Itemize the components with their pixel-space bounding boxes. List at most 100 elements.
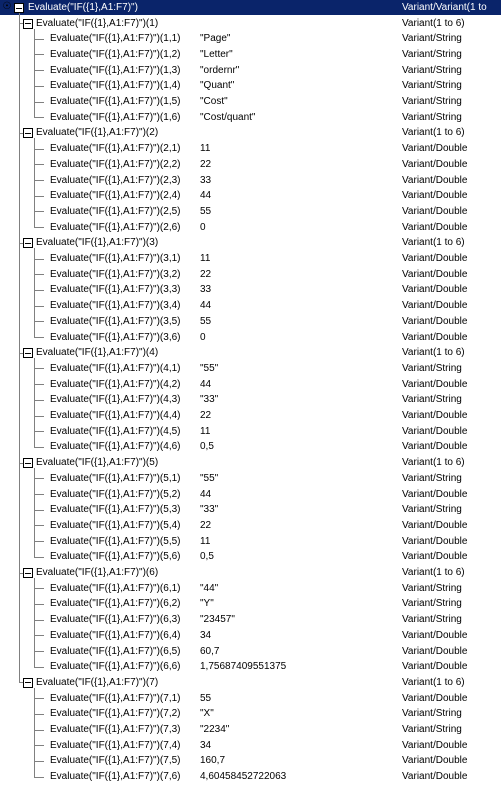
watch-item-row[interactable]: Evaluate("IF({1},A1:F7)")(4,2) 44 Variant/… [0, 377, 501, 393]
watch-expression: Evaluate("IF({1},A1:F7)")(1,5) [50, 96, 181, 107]
watch-group-row[interactable]: Evaluate("IF({1},A1:F7)")(4) Variant(1 to… [0, 345, 501, 361]
watch-item-row[interactable]: Evaluate("IF({1},A1:F7)")(3,3) 33 Variant/… [0, 282, 501, 298]
collapse-minus-icon[interactable] [23, 568, 33, 578]
tree-connector [34, 509, 44, 511]
watch-group-row[interactable]: Evaluate("IF({1},A1:F7)")(2) Variant(1 to… [0, 125, 501, 141]
collapse-minus-icon[interactable] [23, 348, 33, 359]
watch-expression: Evaluate("IF({1},A1:F7)") [28, 2, 138, 13]
watch-expression: Evaluate("IF({1},A1:F7)")(6) [36, 567, 159, 578]
watch-expression: Evaluate("IF({1},A1:F7)")(5,1) [50, 472, 181, 484]
watch-item-row[interactable]: Evaluate("IF({1},A1:F7)")(5,3) "33" Varian… [0, 502, 501, 518]
watch-value: 44 [200, 378, 212, 390]
watch-value: 33 [200, 174, 212, 186]
watch-type: Variant/Double [402, 771, 468, 783]
watch-item-row[interactable]: Evaluate("IF({1},A1:F7)")(1,3) "ordernr" V… [0, 63, 501, 79]
collapse-minus-icon[interactable] [23, 677, 33, 688]
watch-group-row[interactable]: Evaluate("IF({1},A1:F7)")(3) Variant(1 to… [0, 235, 501, 251]
watch-item-row[interactable]: Evaluate("IF({1},A1:F7)")(4,5) 11 Variant/… [0, 424, 501, 440]
watch-item-row[interactable]: Evaluate("IF({1},A1:F7)")(7,6) 4,60458452… [0, 769, 501, 785]
watch-expression: Evaluate("IF({1},A1:F7)")(4,5) [50, 425, 181, 437]
collapse-minus-icon[interactable] [23, 128, 33, 139]
watch-item-row[interactable]: Evaluate("IF({1},A1:F7)")(1,5) "Cost" Vari… [0, 94, 501, 110]
watch-item-row[interactable]: Evaluate("IF({1},A1:F7)")(5,5) 11 Variant/… [0, 534, 501, 550]
watch-item-row[interactable]: Evaluate("IF({1},A1:F7)")(3,4) 44 Variant/… [0, 298, 501, 314]
watch-expression: Evaluate("IF({1},A1:F7)")(7) [36, 676, 159, 688]
watch-item-row[interactable]: Evaluate("IF({1},A1:F7)")(5,2) 44 Variant/… [0, 487, 501, 503]
tree-line [34, 248, 35, 338]
watch-value: 33 [200, 284, 212, 296]
watch-item-row[interactable]: Evaluate("IF({1},A1:F7)")(3,5) 55 Variant/… [0, 314, 501, 330]
watch-type: Variant/String [402, 598, 462, 610]
watch-item-row[interactable]: Evaluate("IF({1},A1:F7)")(4,4) 22 Variant/… [0, 408, 501, 424]
watch-item-row[interactable]: Evaluate("IF({1},A1:F7)")(4,3) "33" Varian… [0, 392, 501, 408]
tree-connector [34, 415, 44, 417]
watch-item-row[interactable]: Evaluate("IF({1},A1:F7)")(1,1) "Page" Vari… [0, 31, 501, 47]
watch-type: Variant/Double [402, 755, 468, 767]
watch-group-row[interactable]: Evaluate("IF({1},A1:F7)")(6) Variant(1 to… [0, 565, 501, 581]
watch-item-row[interactable]: Evaluate("IF({1},A1:F7)")(3,6) 0 Variant/D… [0, 330, 501, 346]
watch-type: Variant/Double [402, 645, 468, 657]
watch-item-row[interactable]: Evaluate("IF({1},A1:F7)")(5,4) 22 Variant/… [0, 518, 501, 534]
tree-connector [34, 478, 44, 480]
tree-connector [34, 556, 44, 558]
watch-type: Variant/Double [402, 441, 468, 453]
collapse-minus-icon[interactable] [23, 18, 33, 29]
tree-connector [34, 760, 44, 762]
watch-item-row[interactable]: Evaluate("IF({1},A1:F7)")(1,4) "Quant" Var… [0, 78, 501, 94]
watch-item-row[interactable]: Evaluate("IF({1},A1:F7)")(2,5) 55 Variant/… [0, 204, 501, 220]
watch-item-row[interactable]: Evaluate("IF({1},A1:F7)")(2,1) 11 Variant/… [0, 141, 501, 157]
watch-item-row[interactable]: Evaluate("IF({1},A1:F7)")(6,1) "44" Varian… [0, 581, 501, 597]
watch-expression: Evaluate("IF({1},A1:F7)")(7,5) [50, 755, 181, 767]
watch-group-row[interactable]: Evaluate("IF({1},A1:F7)")(5) Variant(1 to… [0, 455, 501, 471]
watch-item-row[interactable]: Evaluate("IF({1},A1:F7)")(6,4) 34 Variant/… [0, 628, 501, 644]
watch-item-row[interactable]: Evaluate("IF({1},A1:F7)")(2,2) 22 Variant/… [0, 157, 501, 173]
watch-item-row[interactable]: Evaluate("IF({1},A1:F7)")(5,6) 0,5 Variant… [0, 549, 501, 565]
tree-line [34, 468, 35, 558]
watch-item-row[interactable]: Evaluate("IF({1},A1:F7)")(7,3) "2234" Vari… [0, 722, 501, 738]
watch-item-row[interactable]: Evaluate("IF({1},A1:F7)")(5,1) "55" Varian… [0, 471, 501, 487]
watch-item-row[interactable]: Evaluate("IF({1},A1:F7)")(7,4) 34 Variant/… [0, 738, 501, 754]
watch-item-row[interactable]: Evaluate("IF({1},A1:F7)")(4,6) 0,5 Variant… [0, 439, 501, 455]
watch-root-row[interactable]: ☉ Evaluate("IF({1},A1:F7)") Variant/Vari… [0, 0, 501, 15]
watch-expression: Evaluate("IF({1},A1:F7)")(2,4) [50, 190, 181, 202]
watch-item-row[interactable]: Evaluate("IF({1},A1:F7)")(7,1) 55 Variant/… [0, 691, 501, 707]
tree-connector [34, 337, 44, 338]
watch-type: Variant/String [402, 111, 462, 123]
watch-item-row[interactable]: Evaluate("IF({1},A1:F7)")(6,5) 60,7 Varian… [0, 644, 501, 660]
watch-group-row[interactable]: Evaluate("IF({1},A1:F7)")(7) Variant(1 to… [0, 675, 501, 691]
watch-type: Variant/Double [402, 143, 468, 155]
watch-item-row[interactable]: Evaluate("IF({1},A1:F7)")(2,4) 44 Variant/… [0, 188, 501, 204]
tree-connector [34, 195, 44, 197]
collapse-minus-icon[interactable] [23, 458, 33, 469]
watch-item-row[interactable]: Evaluate("IF({1},A1:F7)")(1,2) "Letter" Va… [0, 47, 501, 63]
tree-connector [34, 180, 44, 181]
watch-expression: Evaluate("IF({1},A1:F7)")(3,3) [50, 284, 181, 296]
watch-item-row[interactable]: Evaluate("IF({1},A1:F7)")(6,2) "Y" Variant… [0, 596, 501, 612]
collapse-minus-icon[interactable] [14, 3, 24, 13]
watch-type: Variant/Variant(1 to [402, 2, 487, 13]
watch-item-row[interactable]: Evaluate("IF({1},A1:F7)")(3,2) 22 Variant/… [0, 267, 501, 283]
watch-item-row[interactable]: Evaluate("IF({1},A1:F7)")(2,6) 0 Variant/D… [0, 220, 501, 236]
watch-group-row[interactable]: Evaluate("IF({1},A1:F7)")(1) Variant(1 to… [0, 16, 501, 32]
watch-item-row[interactable]: Evaluate("IF({1},A1:F7)")(3,1) 11 Variant/… [0, 251, 501, 267]
watch-value: "55" [200, 362, 219, 374]
watch-item-row[interactable]: Evaluate("IF({1},A1:F7)")(2,3) 33 Variant/… [0, 173, 501, 189]
watch-value: "2234" [200, 724, 230, 735]
watch-item-row[interactable]: Evaluate("IF({1},A1:F7)")(7,5) 160,7 Varia… [0, 753, 501, 769]
watch-value: "33" [200, 394, 219, 406]
watch-item-row[interactable]: Evaluate("IF({1},A1:F7)")(1,6) "Cost/quan… [0, 110, 501, 126]
tree-connector [34, 148, 44, 150]
watch-item-row[interactable]: Evaluate("IF({1},A1:F7)")(4,1) "55" Varian… [0, 361, 501, 377]
watch-item-row[interactable]: Evaluate("IF({1},A1:F7)")(7,2) "X" Variant… [0, 706, 501, 722]
tree-connector [34, 321, 44, 323]
watch-type: Variant/Double [402, 661, 468, 673]
watch-tree: ☉ Evaluate("IF({1},A1:F7)") Variant/Vari… [0, 0, 501, 800]
watch-value: 22 [200, 268, 212, 280]
tree-connector [34, 431, 44, 433]
watch-expression: Evaluate("IF({1},A1:F7)")(5,2) [50, 488, 181, 500]
watch-item-row[interactable]: Evaluate("IF({1},A1:F7)")(6,3) "23457" Var… [0, 612, 501, 628]
watch-expression: Evaluate("IF({1},A1:F7)")(1,3) [50, 64, 181, 76]
watch-item-row[interactable]: Evaluate("IF({1},A1:F7)")(6,6) 1,75687409… [0, 659, 501, 675]
watch-expression: Evaluate("IF({1},A1:F7)")(5,6) [50, 551, 181, 563]
collapse-minus-icon[interactable] [23, 238, 33, 249]
